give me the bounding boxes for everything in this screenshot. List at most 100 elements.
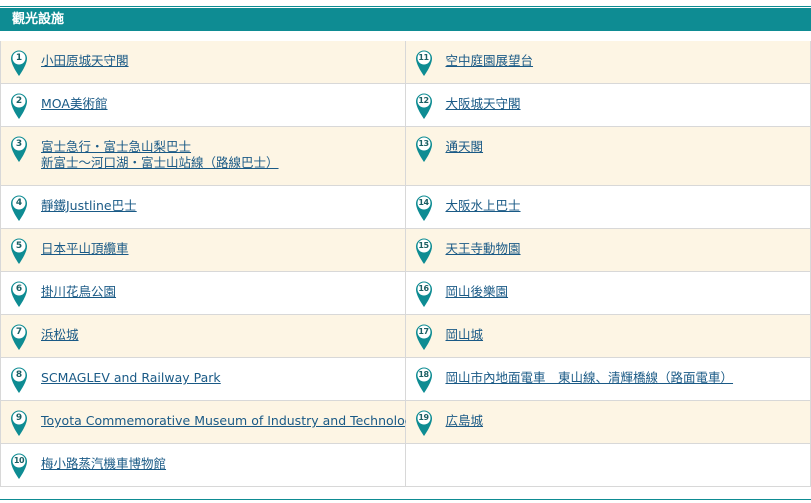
map-pin-icon: 7 xyxy=(10,323,28,351)
facility-link[interactable]: 空中庭園展望台 xyxy=(446,53,801,69)
pin-number: 6 xyxy=(15,284,23,294)
facility-cell: 17 岡山城 xyxy=(405,315,811,357)
table-row: 9 Toyota Commemorative Museum of Industry… xyxy=(0,401,811,444)
pin-number: 5 xyxy=(15,241,23,251)
facility-link-line: 大阪水上巴士 xyxy=(445,198,521,213)
facility-cell: 18 岡山市內地面電車 東山線、清輝橋線（路面電車） xyxy=(405,358,811,400)
facility-cell xyxy=(405,444,811,486)
facility-link-line: 広島城 xyxy=(445,413,484,428)
pin-number: 10 xyxy=(13,456,25,465)
facility-link-line: 空中庭園展望台 xyxy=(445,53,534,68)
table-row: 7 浜松城 17 岡山城 xyxy=(0,315,811,358)
map-pin-icon: 15 xyxy=(415,237,433,265)
facility-link-line: 新富士〜河口湖・富士山站線（路線巴士） xyxy=(41,155,279,170)
table-row: 10 梅小路蒸汽機車博物館 xyxy=(0,444,811,487)
facility-link-line: 富士急行・富士急山梨巴士 xyxy=(41,139,192,154)
facility-cell: 8 SCMAGLEV and Railway Park xyxy=(0,358,406,400)
facility-link[interactable]: 大阪城天守閣 xyxy=(446,96,801,112)
map-pin-icon: 2 xyxy=(10,92,28,120)
facility-link-line: 大阪城天守閣 xyxy=(445,96,521,111)
facility-link[interactable]: Toyota Commemorative Museum of Industry … xyxy=(41,413,421,429)
facility-link[interactable]: 岡山後樂園 xyxy=(446,284,801,300)
facility-link[interactable]: 富士急行・富士急山梨巴士 新富士〜河口湖・富士山站線（路線巴士） xyxy=(41,139,395,171)
pin-number: 13 xyxy=(418,139,429,148)
facility-link[interactable]: MOA美術館 xyxy=(41,96,395,112)
facility-link-line: 通天閣 xyxy=(445,139,484,154)
map-pin-icon: 19 xyxy=(415,409,433,437)
facility-cell: 14 大阪水上巴士 xyxy=(405,186,811,228)
facility-link-line: 浜松城 xyxy=(41,327,79,342)
pin-number: 4 xyxy=(15,198,23,208)
facility-cell: 11 空中庭園展望台 xyxy=(405,41,811,83)
facility-link[interactable]: 小田原城天守閣 xyxy=(41,53,395,69)
pin-number: 18 xyxy=(418,370,429,379)
pin-number: 8 xyxy=(15,370,23,380)
facility-link-line: 靜鐵Justline巴士 xyxy=(41,198,137,213)
facility-cell: 10 梅小路蒸汽機車博物館 xyxy=(0,444,406,486)
table-row: 1 小田原城天守閣 11 空中庭園展望台 xyxy=(0,41,811,84)
map-pin-icon: 10 xyxy=(10,452,28,480)
map-pin-icon: 12 xyxy=(415,92,433,120)
facility-link[interactable]: 掛川花鳥公園 xyxy=(41,284,395,300)
facility-link[interactable]: 広島城 xyxy=(446,413,801,429)
map-pin-icon: 8 xyxy=(10,366,28,394)
pin-number: 11 xyxy=(418,53,429,62)
facilities-page: 觀光設施 1 小田原城天守閣 11 空中庭園展望台 2 MOA美術館 12 大阪城天守閣 3 富士… xyxy=(0,0,811,503)
facility-cell: 15 天王寺動物園 xyxy=(405,229,811,271)
table-row: 2 MOA美術館 12 大阪城天守閣 xyxy=(0,84,811,127)
facility-link[interactable]: 浜松城 xyxy=(41,327,395,343)
facility-cell: 2 MOA美術館 xyxy=(0,84,406,126)
facility-link-line: 小田原城天守閣 xyxy=(41,53,129,68)
facility-link[interactable]: 岡山城 xyxy=(446,327,801,343)
section-header: 觀光設施 xyxy=(0,8,811,31)
pin-number: 14 xyxy=(418,198,429,207)
table-row: 3 富士急行・富士急山梨巴士 新富士〜河口湖・富士山站線（路線巴士） 13 通天閣 xyxy=(0,127,811,186)
facility-link-line: 岡山市內地面電車 東山線、清輝橋線（路面電車） xyxy=(445,370,734,385)
facility-link[interactable]: 通天閣 xyxy=(446,139,801,155)
pin-number: 12 xyxy=(418,96,429,105)
map-pin-icon: 17 xyxy=(415,323,433,351)
facility-link-line: Toyota Commemorative Museum of Industry … xyxy=(41,413,421,428)
facility-link-line: MOA美術館 xyxy=(41,96,108,111)
pin-number: 9 xyxy=(15,413,23,423)
facility-link[interactable]: 岡山市內地面電車 東山線、清輝橋線（路面電車） xyxy=(446,370,801,386)
map-pin-icon: 9 xyxy=(10,409,28,437)
facility-link[interactable]: 梅小路蒸汽機車博物館 xyxy=(41,456,395,472)
facility-cell: 3 富士急行・富士急山梨巴士 新富士〜河口湖・富士山站線（路線巴士） xyxy=(0,127,406,185)
facility-link[interactable]: SCMAGLEV and Railway Park xyxy=(41,370,395,386)
facility-cell: 7 浜松城 xyxy=(0,315,406,357)
pin-number: 3 xyxy=(15,139,23,149)
pin-number: 7 xyxy=(15,327,23,337)
map-pin-icon: 18 xyxy=(415,366,433,394)
facility-link[interactable]: 靜鐵Justline巴士 xyxy=(41,198,395,214)
facility-cell: 12 大阪城天守閣 xyxy=(405,84,811,126)
table-row: 6 掛川花鳥公園 16 岡山後樂園 xyxy=(0,272,811,315)
pin-number: 16 xyxy=(418,284,429,293)
facility-link[interactable]: 日本平山頂纜車 xyxy=(41,241,395,257)
facility-cell: 6 掛川花鳥公園 xyxy=(0,272,406,314)
map-pin-icon: 14 xyxy=(415,194,433,222)
facility-link[interactable]: 天王寺動物園 xyxy=(446,241,801,257)
pin-number: 17 xyxy=(418,327,429,336)
map-pin-icon: 3 xyxy=(10,135,28,163)
facility-cell: 16 岡山後樂園 xyxy=(405,272,811,314)
table-row: 8 SCMAGLEV and Railway Park 18 岡山市內地面電車 東山線… xyxy=(0,358,811,401)
facilities-grid: 1 小田原城天守閣 11 空中庭園展望台 2 MOA美術館 12 大阪城天守閣 3 富士急行・富士… xyxy=(0,41,811,487)
facility-link[interactable]: 大阪水上巴士 xyxy=(446,198,801,214)
facility-cell: 9 Toyota Commemorative Museum of Industry… xyxy=(0,401,421,443)
section-title: 觀光設施 xyxy=(12,12,65,27)
pin-number: 15 xyxy=(418,241,429,250)
map-pin-icon: 4 xyxy=(10,194,28,222)
facility-link-line: 岡山城 xyxy=(445,327,484,342)
facility-link-line: 日本平山頂纜車 xyxy=(41,241,129,256)
map-pin-icon: 5 xyxy=(10,237,28,265)
bottom-rule xyxy=(0,499,811,500)
map-pin-icon: 1 xyxy=(10,49,28,77)
map-pin-icon: 11 xyxy=(415,49,433,77)
facility-cell: 4 靜鐵Justline巴士 xyxy=(0,186,406,228)
facility-link-line: 梅小路蒸汽機車博物館 xyxy=(41,456,167,471)
facility-cell: 1 小田原城天守閣 xyxy=(0,41,406,83)
pin-number: 2 xyxy=(15,96,23,106)
facility-cell: 13 通天閣 xyxy=(405,127,811,185)
table-row: 4 靜鐵Justline巴士 14 大阪水上巴士 xyxy=(0,186,811,229)
